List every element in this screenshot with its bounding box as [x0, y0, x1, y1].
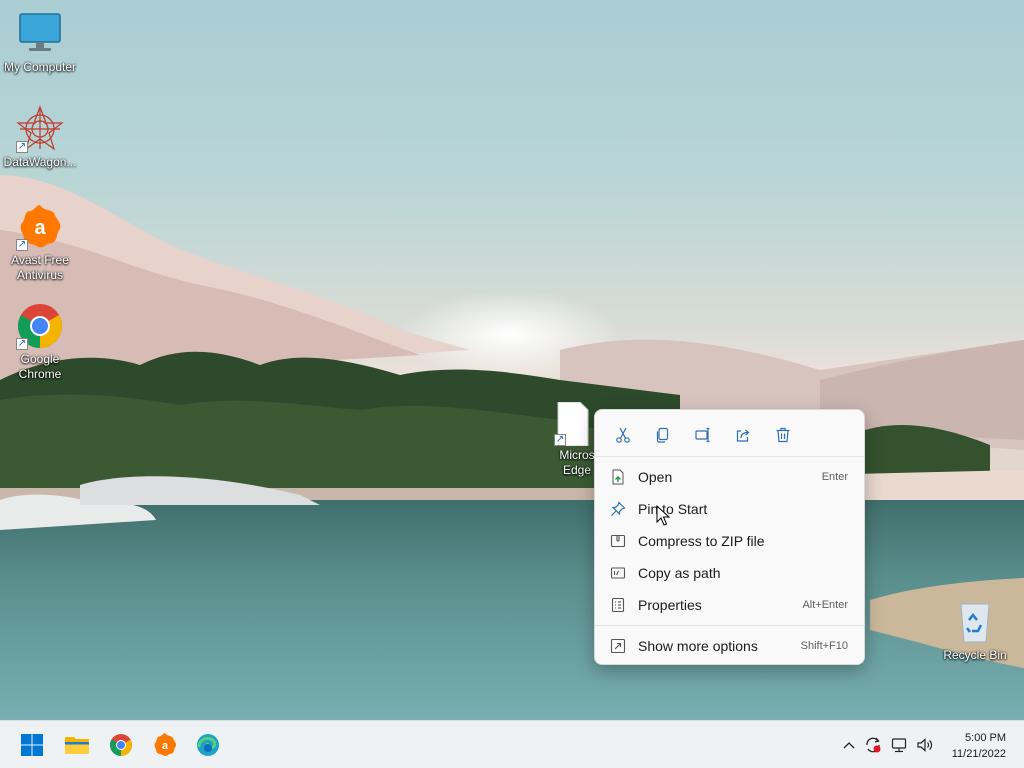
desktop-icon-edge-shortcut[interactable]: ↗ Micros Edge: [542, 401, 602, 478]
menu-item-properties[interactable]: Properties Alt+Enter: [595, 589, 864, 621]
desktop-icon-label: Avast Free Antivirus: [11, 253, 69, 282]
copy-path-icon: [609, 564, 627, 582]
datawagon-icon: ↗: [16, 105, 64, 153]
taskbar: a 5:00 PM 11/21/2022: [0, 720, 1024, 768]
rename-button[interactable]: [683, 420, 723, 450]
menu-item-copy-as-path[interactable]: Copy as path: [595, 557, 864, 589]
tray-volume-button[interactable]: [914, 721, 936, 768]
taskbar-avast[interactable]: a: [149, 729, 181, 761]
desktop-icon-label: Micros Edge: [559, 448, 595, 477]
desktop-icon-chrome[interactable]: ↗ Google Chrome: [0, 302, 80, 382]
share-icon: [736, 429, 750, 442]
chrome-icon: [110, 734, 132, 756]
sync-icon: [866, 737, 881, 753]
tray-sync-button[interactable]: [862, 721, 884, 768]
pin-icon: [609, 500, 627, 518]
desktop-icon-label: Recycle Bin: [943, 648, 1007, 662]
desktop-icon-label: My Computer: [3, 60, 77, 74]
show-hidden-icons-button[interactable]: [840, 721, 858, 768]
shortcut-arrow-icon: ↗: [16, 141, 28, 153]
clock-time: 5:00 PM: [965, 732, 1006, 744]
context-menu-toolbar: [595, 410, 864, 457]
start-icon: [21, 734, 43, 756]
network-icon: [891, 738, 907, 753]
zip-icon: [609, 532, 627, 550]
menu-item-show-more-options[interactable]: Show more options Shift+F10: [595, 630, 864, 662]
tray-network-button[interactable]: [889, 721, 911, 768]
avast-icon: a: [154, 733, 177, 757]
wallpaper: [0, 175, 1024, 720]
shortcut-arrow-icon: ↗: [16, 338, 28, 350]
menu-item-label: Pin to Start: [638, 501, 708, 517]
menu-item-shortcut: Shift+F10: [800, 640, 848, 652]
rename-icon: [695, 427, 710, 443]
share-button[interactable]: [723, 420, 763, 450]
menu-item-label: Compress to ZIP file: [638, 533, 765, 549]
properties-icon: [609, 596, 627, 614]
menu-item-pin-to-start[interactable]: Pin to Start: [595, 493, 864, 525]
menu-item-shortcut: Alt+Enter: [802, 599, 848, 611]
delete-button[interactable]: [763, 420, 803, 450]
copy-icon: [656, 427, 669, 443]
mouse-cursor-icon: [656, 505, 670, 526]
edge-icon: [197, 734, 219, 756]
menu-item-label: Show more options: [638, 638, 758, 654]
chrome-icon: ↗: [16, 302, 64, 350]
taskbar-chrome[interactable]: [105, 729, 137, 761]
taskbar-edge[interactable]: [192, 729, 224, 761]
context-menu: Open Enter Pin to Start Compress to ZIP …: [594, 409, 865, 665]
shortcut-arrow-icon: ↗: [554, 434, 566, 446]
desktop[interactable]: My Computer ↗ DataWagon... a ↗ Avast Fre…: [0, 0, 1024, 720]
more-options-icon: [609, 637, 627, 655]
menu-item-label: Open: [638, 469, 673, 485]
volume-icon: [917, 738, 933, 752]
menu-item-compress-zip[interactable]: Compress to ZIP file: [595, 525, 864, 557]
menu-item-label: Copy as path: [638, 565, 721, 581]
desktop-icon-recycle-bin[interactable]: Recycle Bin: [935, 598, 1015, 663]
desktop-icon-datawagon[interactable]: ↗ DataWagon...: [0, 105, 80, 170]
desktop-icon-avast[interactable]: a ↗ Avast Free Antivirus: [0, 203, 80, 283]
monitor-icon: [16, 10, 64, 58]
recycle-bin-icon: [951, 598, 999, 646]
file-icon: ↗: [554, 401, 590, 447]
desktop-icon-label: Google Chrome: [18, 352, 62, 381]
trash-icon: [776, 427, 790, 443]
menu-item-shortcut: Enter: [821, 471, 848, 483]
open-file-icon: [609, 468, 627, 486]
desktop-icon-label: DataWagon...: [3, 155, 77, 169]
menu-separator: [595, 625, 864, 626]
clock-date: 11/21/2022: [951, 748, 1006, 760]
taskbar-file-explorer[interactable]: [61, 729, 93, 761]
start-button[interactable]: [16, 729, 48, 761]
desktop-icon-my-computer[interactable]: My Computer: [0, 10, 80, 75]
svg-text:a: a: [162, 740, 169, 752]
chevron-up-icon: [843, 742, 855, 749]
shortcut-arrow-icon: ↗: [16, 239, 28, 251]
cut-button[interactable]: [603, 420, 643, 450]
scissors-icon: [616, 427, 630, 443]
menu-item-open[interactable]: Open Enter: [595, 461, 864, 493]
avast-icon: a ↗: [16, 203, 64, 251]
menu-item-label: Properties: [638, 597, 702, 613]
file-explorer-icon: [65, 737, 89, 754]
clock[interactable]: 5:00 PM 11/21/2022: [952, 730, 1006, 762]
svg-text:a: a: [34, 217, 46, 239]
copy-button[interactable]: [643, 420, 683, 450]
